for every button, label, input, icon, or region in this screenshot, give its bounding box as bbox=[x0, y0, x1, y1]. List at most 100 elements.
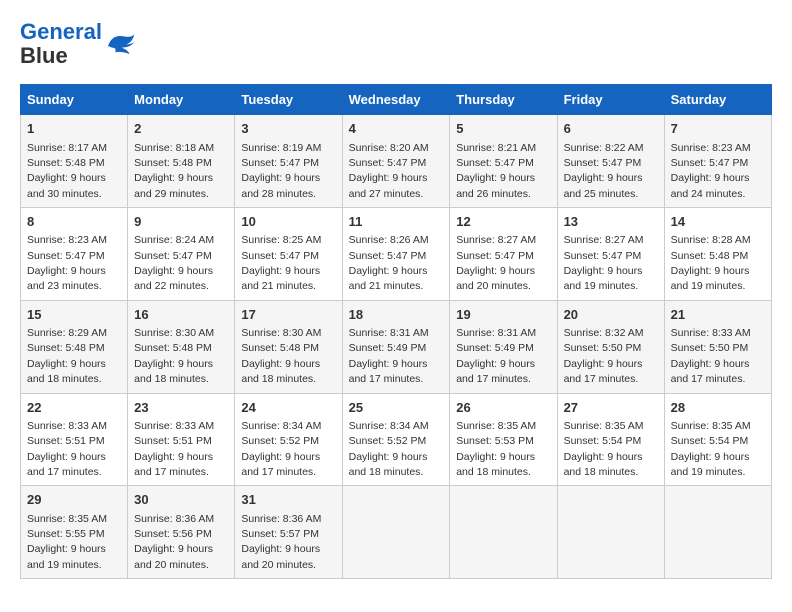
sunset: Sunset: 5:47 PM bbox=[456, 250, 534, 262]
col-header-monday: Monday bbox=[128, 85, 235, 115]
sunrise: Sunrise: 8:23 AM bbox=[27, 234, 107, 246]
calendar-cell: 6Sunrise: 8:22 AMSunset: 5:47 PMDaylight… bbox=[557, 115, 664, 208]
daylight: Daylight: 9 hours and 20 minutes. bbox=[134, 543, 213, 570]
col-header-thursday: Thursday bbox=[450, 85, 557, 115]
day-number: 13 bbox=[564, 213, 658, 231]
calendar-cell: 31Sunrise: 8:36 AMSunset: 5:57 PMDayligh… bbox=[235, 486, 342, 579]
calendar-cell: 17Sunrise: 8:30 AMSunset: 5:48 PMDayligh… bbox=[235, 300, 342, 393]
sunset: Sunset: 5:50 PM bbox=[671, 342, 749, 354]
sunrise: Sunrise: 8:34 AM bbox=[349, 420, 429, 432]
page-header: GeneralBlue bbox=[20, 20, 772, 68]
daylight: Daylight: 9 hours and 20 minutes. bbox=[241, 543, 320, 570]
daylight: Daylight: 9 hours and 17 minutes. bbox=[564, 358, 643, 385]
day-number: 15 bbox=[27, 306, 121, 324]
sunrise: Sunrise: 8:17 AM bbox=[27, 142, 107, 154]
calendar-cell: 1 Sunrise: 8:17 AM Sunset: 5:48 PM Daylight… bbox=[21, 115, 128, 208]
day-number: 4 bbox=[349, 120, 444, 138]
sunset: Sunset: 5:57 PM bbox=[241, 528, 319, 540]
sunrise: Sunrise: 8:29 AM bbox=[27, 327, 107, 339]
day-number: 14 bbox=[671, 213, 765, 231]
day-number: 18 bbox=[349, 306, 444, 324]
sunset: Sunset: 5:52 PM bbox=[241, 435, 319, 447]
calendar-cell: 2Sunrise: 8:18 AMSunset: 5:48 PMDaylight… bbox=[128, 115, 235, 208]
day-number: 28 bbox=[671, 399, 765, 417]
day-number: 2 bbox=[134, 120, 228, 138]
col-header-wednesday: Wednesday bbox=[342, 85, 450, 115]
sunrise: Sunrise: 8:33 AM bbox=[134, 420, 214, 432]
sunrise: Sunrise: 8:30 AM bbox=[241, 327, 321, 339]
day-number: 25 bbox=[349, 399, 444, 417]
col-header-saturday: Saturday bbox=[664, 85, 771, 115]
col-header-friday: Friday bbox=[557, 85, 664, 115]
daylight: Daylight: 9 hours and 18 minutes. bbox=[349, 451, 428, 478]
calendar-cell: 28Sunrise: 8:35 AMSunset: 5:54 PMDayligh… bbox=[664, 393, 771, 486]
day-number: 24 bbox=[241, 399, 335, 417]
sunset: Sunset: 5:51 PM bbox=[27, 435, 105, 447]
calendar-cell: 13Sunrise: 8:27 AMSunset: 5:47 PMDayligh… bbox=[557, 208, 664, 301]
daylight: Daylight: 9 hours and 17 minutes. bbox=[134, 451, 213, 478]
daylight: Daylight: 9 hours and 24 minutes. bbox=[671, 172, 750, 199]
calendar-cell: 21Sunrise: 8:33 AMSunset: 5:50 PMDayligh… bbox=[664, 300, 771, 393]
col-header-tuesday: Tuesday bbox=[235, 85, 342, 115]
daylight: Daylight: 9 hours and 23 minutes. bbox=[27, 265, 106, 292]
daylight: Daylight: 9 hours and 26 minutes. bbox=[456, 172, 535, 199]
sunrise: Sunrise: 8:35 AM bbox=[564, 420, 644, 432]
daylight: Daylight: 9 hours and 17 minutes. bbox=[349, 358, 428, 385]
calendar-cell: 16Sunrise: 8:30 AMSunset: 5:48 PMDayligh… bbox=[128, 300, 235, 393]
day-number: 26 bbox=[456, 399, 550, 417]
sunset: Sunset: 5:50 PM bbox=[564, 342, 642, 354]
calendar-cell: 27Sunrise: 8:35 AMSunset: 5:54 PMDayligh… bbox=[557, 393, 664, 486]
calendar-cell: 10Sunrise: 8:25 AMSunset: 5:47 PMDayligh… bbox=[235, 208, 342, 301]
logo-bird-icon bbox=[104, 30, 136, 58]
day-number: 8 bbox=[27, 213, 121, 231]
day-number: 9 bbox=[134, 213, 228, 231]
sunrise: Sunrise: 8:32 AM bbox=[564, 327, 644, 339]
logo: GeneralBlue bbox=[20, 20, 136, 68]
sunset: Sunset: 5:47 PM bbox=[456, 157, 534, 169]
day-number: 12 bbox=[456, 213, 550, 231]
day-number: 23 bbox=[134, 399, 228, 417]
calendar-cell: 24Sunrise: 8:34 AMSunset: 5:52 PMDayligh… bbox=[235, 393, 342, 486]
daylight: Daylight: 9 hours and 25 minutes. bbox=[564, 172, 643, 199]
day-number: 19 bbox=[456, 306, 550, 324]
calendar-cell: 20Sunrise: 8:32 AMSunset: 5:50 PMDayligh… bbox=[557, 300, 664, 393]
daylight: Daylight: 9 hours and 17 minutes. bbox=[456, 358, 535, 385]
sunset: Sunset: 5:48 PM bbox=[134, 157, 212, 169]
calendar-cell: 22Sunrise: 8:33 AMSunset: 5:51 PMDayligh… bbox=[21, 393, 128, 486]
daylight: Daylight: 9 hours and 19 minutes. bbox=[671, 451, 750, 478]
day-number: 27 bbox=[564, 399, 658, 417]
day-number: 16 bbox=[134, 306, 228, 324]
sunset: Sunset: 5:55 PM bbox=[27, 528, 105, 540]
sunrise: Sunrise: 8:24 AM bbox=[134, 234, 214, 246]
sunset: Sunset: 5:48 PM bbox=[671, 250, 749, 262]
sunset: Sunset: 5:47 PM bbox=[27, 250, 105, 262]
sunset: Sunset: 5:47 PM bbox=[349, 250, 427, 262]
sunrise: Sunrise: 8:23 AM bbox=[671, 142, 751, 154]
daylight: Daylight: 9 hours and 19 minutes. bbox=[671, 265, 750, 292]
sunset: Sunset: 5:48 PM bbox=[27, 157, 105, 169]
sunset: Sunset: 5:48 PM bbox=[241, 342, 319, 354]
sunrise: Sunrise: 8:34 AM bbox=[241, 420, 321, 432]
day-number: 7 bbox=[671, 120, 765, 138]
sunset: Sunset: 5:53 PM bbox=[456, 435, 534, 447]
sunset: Sunset: 5:49 PM bbox=[349, 342, 427, 354]
day-number: 31 bbox=[241, 491, 335, 509]
daylight: Daylight: 9 hours and 29 minutes. bbox=[134, 172, 213, 199]
day-number: 29 bbox=[27, 491, 121, 509]
sunrise: Sunrise: 8:22 AM bbox=[564, 142, 644, 154]
daylight: Daylight: 9 hours and 17 minutes. bbox=[671, 358, 750, 385]
daylight: Daylight: 9 hours and 27 minutes. bbox=[349, 172, 428, 199]
sunset: Sunset: 5:47 PM bbox=[671, 157, 749, 169]
sunrise: Sunrise: 8:19 AM bbox=[241, 142, 321, 154]
sunrise: Sunrise: 8:31 AM bbox=[349, 327, 429, 339]
daylight: Daylight: 9 hours and 18 minutes. bbox=[27, 358, 106, 385]
sunrise: Sunrise: 8:31 AM bbox=[456, 327, 536, 339]
day-number: 1 bbox=[27, 120, 121, 138]
sunset: Sunset: 5:47 PM bbox=[134, 250, 212, 262]
calendar-cell bbox=[450, 486, 557, 579]
daylight: Daylight: 9 hours and 30 minutes. bbox=[27, 172, 106, 199]
calendar-cell: 8 Sunrise: 8:23 AM Sunset: 5:47 PM Daylight… bbox=[21, 208, 128, 301]
calendar-cell: 14Sunrise: 8:28 AMSunset: 5:48 PMDayligh… bbox=[664, 208, 771, 301]
sunrise: Sunrise: 8:33 AM bbox=[671, 327, 751, 339]
col-header-sunday: Sunday bbox=[21, 85, 128, 115]
